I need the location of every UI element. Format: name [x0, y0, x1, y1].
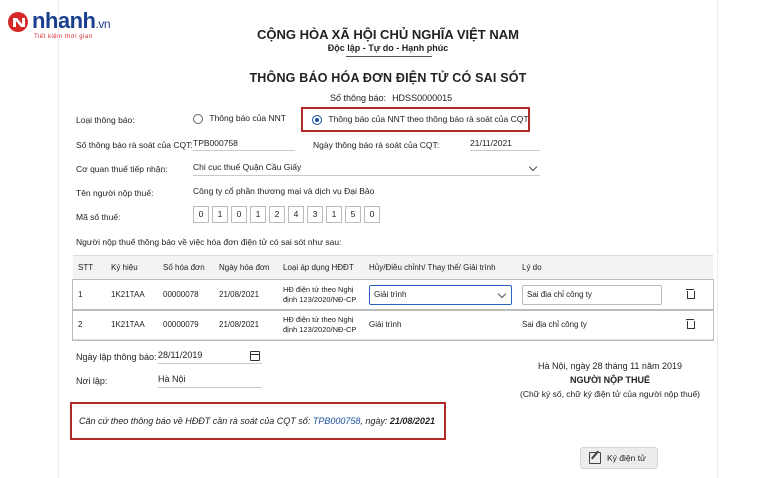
radio-option-cqt[interactable]: Thông báo của NNT theo thông báo rà soát… [312, 114, 529, 125]
cell-delete[interactable] [667, 279, 713, 310]
cell-type: HĐ điện tử theo Nghị định 123/2020/NĐ-CP [278, 309, 364, 340]
cell-symbol: 1K21TAA [106, 279, 158, 310]
reason-input[interactable]: Sai địa chỉ công ty [522, 284, 662, 305]
col-header-symbol: Ký hiệu [106, 255, 158, 280]
tax-code-digit: 1 [212, 206, 228, 223]
tax-code-digit: 1 [250, 206, 266, 223]
place-field[interactable]: Hà Nội [158, 374, 262, 388]
tax-code-digit: 3 [307, 206, 323, 223]
basis-date: 21/08/2021 [389, 416, 435, 426]
radio-checked-icon[interactable] [312, 114, 322, 125]
cell-number: 00000079 [158, 309, 214, 340]
tax-code-digit: 4 [288, 206, 304, 223]
tax-code-digit: 0 [193, 206, 209, 223]
sign-pen-icon [589, 452, 601, 464]
cell-number: 00000078 [158, 279, 214, 310]
radio-option-nnt-label: Thông báo của NNT [209, 113, 286, 123]
radio-unchecked-icon[interactable] [193, 113, 203, 124]
basis-mid: , ngày: [360, 416, 390, 426]
basis-note: Căn cứ theo thông báo về HĐĐT cần rà soá… [79, 416, 435, 426]
cell-type-line1: HĐ điện tử theo Nghị [283, 314, 354, 324]
doc-number: Số thông báo: HDSS0000015 [330, 93, 452, 103]
col-header-action: Hủy/Điều chỉnh/ Thay thế/ Giải trình [364, 255, 517, 280]
tax-office-label: Cơ quan thuế tiếp nhận: [76, 164, 168, 174]
review-date-field[interactable]: 21/11/2021 [470, 138, 540, 151]
cell-type-line2: định 123/2020/NĐ-CP [283, 324, 357, 334]
col-header-date: Ngày hóa đơn [214, 255, 278, 280]
place-label: Nơi lập: [76, 376, 108, 386]
calendar-icon[interactable] [250, 351, 260, 361]
signer-note: (Chữ ký số, chữ ký điện tử của người nộp… [520, 389, 700, 399]
cell-date: 21/08/2021 [214, 309, 278, 340]
action-select[interactable]: Giải trình [369, 284, 512, 305]
col-header-stt: STT [73, 255, 106, 280]
cell-type-line2: định 123/2020/NĐ-CP [283, 294, 357, 304]
invoice-table-wrap: STT Ký hiệu Số hóa đơn Ngày hóa đơn Loại… [72, 255, 714, 341]
table-row: 2 1K21TAA 00000079 21/08/2021 HĐ điện tử… [72, 308, 714, 341]
col-header-delete [667, 255, 713, 280]
taxpayer-value: Công ty cổ phần thương mại và dịch vụ Đạ… [193, 186, 375, 196]
cell-reason[interactable]: Sai địa chỉ công ty [517, 279, 667, 310]
create-date-value: 28/11/2019 [158, 350, 203, 360]
cell-stt: 2 [73, 309, 106, 340]
sign-place-date: Hà Nội, ngày 28 tháng 11 năm 2019 [538, 361, 682, 371]
digital-sign-label: Ký điện tử [607, 453, 646, 463]
invoice-table: STT Ký hiệu Số hóa đơn Ngày hóa đơn Loại… [72, 255, 714, 341]
basis-prefix: Căn cứ theo thông báo về HĐĐT cần rà soá… [79, 416, 313, 426]
digital-sign-button[interactable]: Ký điện tử [580, 447, 658, 469]
col-header-number: Số hóa đơn [158, 255, 214, 280]
doc-number-value: HDSS0000015 [392, 93, 453, 103]
tax-code-digit: 2 [269, 206, 285, 223]
tax-code-digit: 5 [345, 206, 361, 223]
cell-reason[interactable]: Sai địa chỉ công ty [517, 309, 667, 340]
tax-code-label: Mã số thuế: [76, 212, 121, 222]
logo-mark-icon [8, 12, 28, 32]
cell-action[interactable]: Giải trình [364, 309, 517, 340]
tax-office-value: Chi cục thuế Quận Cầu Giấy [193, 162, 302, 172]
motto-divider [346, 56, 432, 57]
cell-symbol: 1K21TAA [106, 309, 158, 340]
cell-action[interactable]: Giải trình [364, 279, 517, 310]
nation-title: CỘNG HÒA XÃ HỘI CHỦ NGHĨA VIỆT NAM [257, 27, 519, 42]
col-header-reason: Lý do [517, 255, 667, 280]
motto: Độc lập - Tự do - Hạnh phúc [327, 43, 449, 53]
table-header-row: STT Ký hiệu Số hóa đơn Ngày hóa đơn Loại… [73, 255, 713, 280]
trash-icon[interactable] [685, 288, 695, 299]
review-no-label: Số thông báo rà soát của CQT: [76, 140, 193, 150]
tax-code-digit: 0 [231, 206, 247, 223]
table-intro: Người nộp thuế thông báo về việc hóa đơn… [76, 237, 342, 247]
cell-date: 21/08/2021 [214, 279, 278, 310]
taxpayer-label: Tên người nộp thuế: [76, 188, 154, 198]
cell-delete[interactable] [667, 309, 713, 340]
col-header-type: Loại áp dụng HĐĐT [278, 255, 364, 280]
tax-office-select[interactable]: Chi cục thuế Quận Cầu Giấy [193, 162, 540, 176]
tax-code-digit: 0 [364, 206, 380, 223]
cell-stt: 1 [73, 279, 106, 310]
create-date-field[interactable]: 28/11/2019 [158, 350, 262, 364]
cell-type: HĐ điện tử theo Nghị định 123/2020/NĐ-CP [278, 279, 364, 310]
create-date-label: Ngày lập thông báo: [76, 352, 157, 362]
tax-code-digit: 1 [326, 206, 342, 223]
radio-option-nnt[interactable]: Thông báo của NNT [193, 113, 286, 124]
review-no-field[interactable]: TPB000758 [193, 138, 295, 151]
table-row: 1 1K21TAA 00000078 21/08/2021 HĐ điện tử… [72, 278, 714, 311]
trash-icon[interactable] [685, 318, 695, 329]
chevron-down-icon[interactable] [528, 162, 538, 172]
signer-title: NGƯỜI NỘP THUẾ [570, 375, 650, 385]
chevron-down-icon[interactable] [497, 289, 507, 298]
page-title: THÔNG BÁO HÓA ĐƠN ĐIỆN TỬ CÓ SAI SÓT [249, 71, 527, 85]
doc-number-label: Số thông báo: [330, 93, 387, 103]
cell-type-line1: HĐ điện tử theo Nghị [283, 284, 354, 294]
radio-option-cqt-label: Thông báo của NNT theo thông báo rà soát… [328, 114, 529, 124]
notice-type-label: Loại thông báo: [76, 115, 135, 125]
tax-code-boxes: 0 1 0 1 2 4 3 1 5 0 [193, 206, 393, 224]
action-select-value: Giải trình [374, 289, 407, 299]
basis-number-link[interactable]: TPB000758 [313, 416, 361, 426]
review-date-label: Ngày thông báo rà soát của CQT: [313, 140, 440, 150]
